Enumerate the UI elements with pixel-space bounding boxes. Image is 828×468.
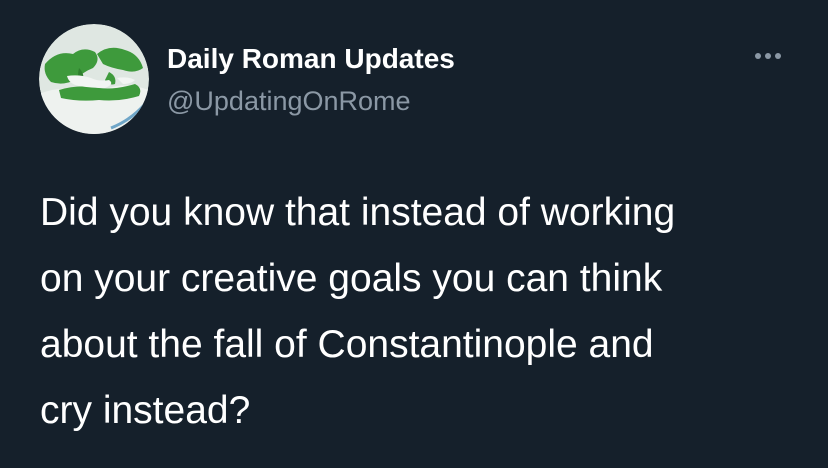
more-options-icon xyxy=(755,53,781,59)
more-options-button[interactable] xyxy=(748,44,788,68)
tweet-card: Daily Roman Updates @UpdatingOnRome Did … xyxy=(0,0,828,468)
avatar[interactable] xyxy=(39,24,149,134)
author-display-name[interactable]: Daily Roman Updates xyxy=(167,42,455,76)
tweet-text: Did you know that instead of working on … xyxy=(40,191,676,432)
roman-empire-map-icon xyxy=(39,24,149,134)
author-handle[interactable]: @UpdatingOnRome xyxy=(167,84,411,118)
